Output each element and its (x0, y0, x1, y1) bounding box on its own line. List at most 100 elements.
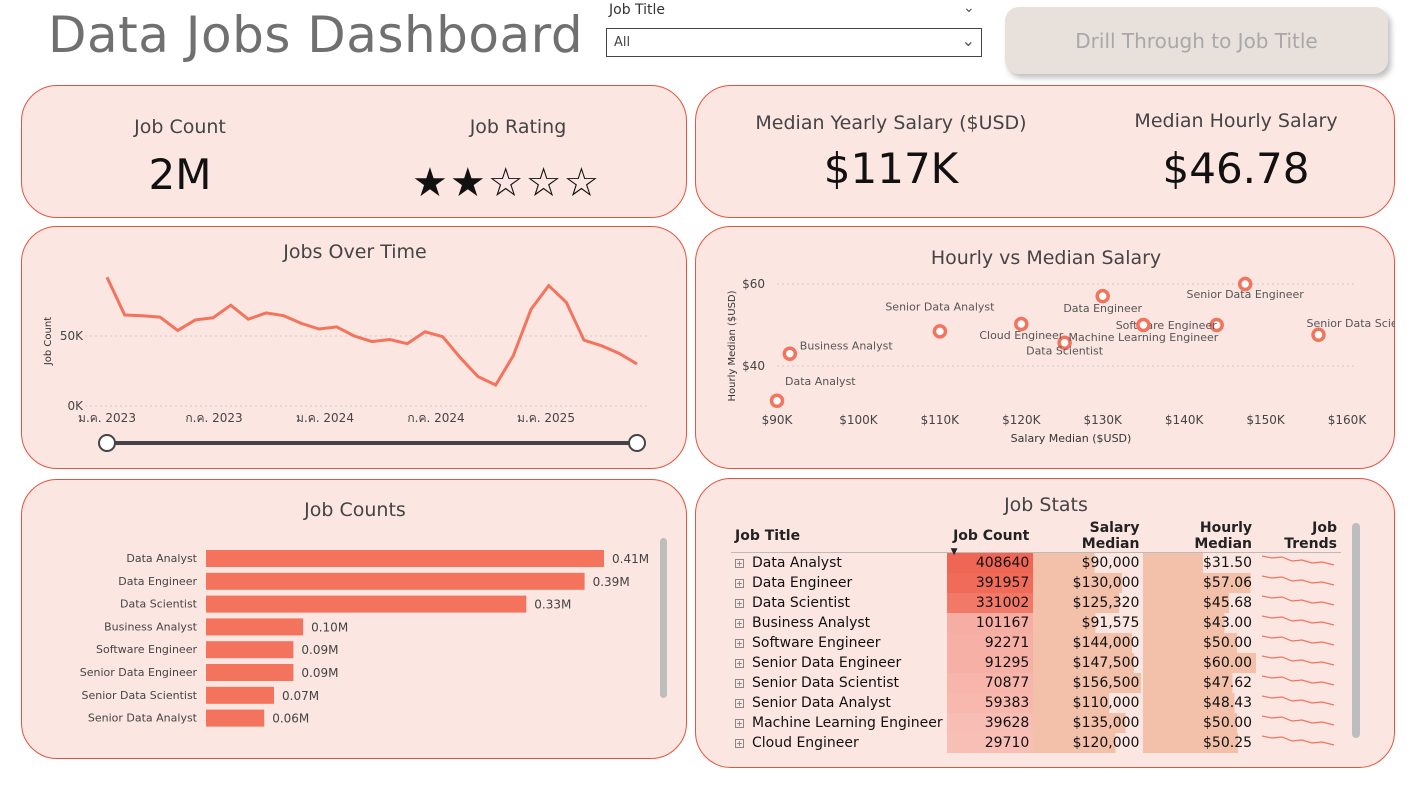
line-y-tick: 50K (60, 329, 84, 343)
job-trend-sparkline (1256, 733, 1341, 753)
column-header-hourly-median[interactable]: Hourly Median (1143, 520, 1257, 553)
table-row[interactable]: + Data Analyst 408640 $90,000 $31.50 (731, 552, 1341, 574)
job-counts-scrollbar[interactable] (660, 538, 667, 698)
table-row[interactable]: + Business Analyst 101167 $91,575 $43.00 (731, 613, 1341, 633)
job-count-cell: 29710 (946, 733, 1034, 753)
line-x-tick: ก.ค. 2024 (407, 411, 464, 425)
job-rating-label: Job Rating (469, 116, 567, 138)
table-row[interactable]: + Cloud Engineer 29710 $120,000 $50.25 (731, 733, 1341, 753)
chevron-down-icon: ⌄ (961, 31, 975, 50)
date-range-slider-start-handle[interactable] (98, 434, 116, 452)
scatter-point-label: Data Engineer (1063, 302, 1142, 315)
bar[interactable] (206, 686, 274, 704)
job-title-cell[interactable]: + Machine Learning Engineer (731, 713, 947, 733)
bar[interactable] (206, 664, 294, 681)
scatter-point[interactable] (769, 393, 785, 409)
expand-icon[interactable]: + (735, 678, 744, 688)
job-trend-sparkline (1256, 593, 1341, 613)
expand-icon[interactable]: + (735, 738, 744, 748)
scatter-point-label: Business Analyst (800, 340, 894, 353)
scatter-point[interactable] (932, 324, 948, 339)
job-title-cell[interactable]: + Software Engineer (731, 633, 947, 653)
scatter-point-label: Senior Data Analyst (885, 300, 995, 313)
sparkline (1261, 635, 1335, 646)
job-count-value: 2M (148, 150, 212, 199)
scatter-point[interactable] (782, 346, 798, 361)
scatter-point[interactable] (1095, 288, 1110, 304)
scatter-point[interactable] (1311, 327, 1326, 343)
expand-icon[interactable]: + (735, 618, 744, 628)
star-filled-icon: ★ (412, 160, 450, 206)
line-y-axis-label: Job Count (43, 317, 54, 366)
expand-icon[interactable]: + (735, 598, 744, 608)
job-title-cell[interactable]: + Cloud Engineer (731, 733, 947, 753)
bar-data-label: 0.39M (593, 575, 630, 589)
date-range-slider-end-handle[interactable] (628, 434, 646, 452)
column-header-job-title[interactable]: Job Title (731, 520, 947, 553)
table-row[interactable]: + Machine Learning Engineer 39628 $135,000 $… (731, 713, 1341, 733)
column-header-salary-median[interactable]: Salary Median (1033, 520, 1144, 553)
job-count-cell: 92271 (946, 633, 1034, 653)
salary-median-cell: $91,575 (1033, 613, 1144, 633)
chevron-down-icon[interactable]: ⌄ (963, 0, 975, 16)
bar[interactable] (206, 595, 527, 613)
salary-median-cell: $135,000 (1033, 713, 1144, 733)
job-title-cell[interactable]: + Data Analyst (731, 553, 947, 574)
table-row[interactable]: + Data Engineer 391957 $130,000 $57.06 (731, 573, 1341, 593)
line-x-tick: ม.ค. 2023 (78, 411, 136, 425)
job-stats-scrollbar[interactable] (1352, 523, 1360, 738)
sparkline (1261, 615, 1335, 626)
sparkline (1261, 595, 1335, 606)
scatter-x-ticks: $90K $100K $110K $120K $130K $140K $150K $160K (762, 413, 1368, 427)
expand-icon[interactable]: + (735, 558, 744, 568)
job-count-cell: 101167 (946, 613, 1034, 633)
expand-icon[interactable]: + (735, 658, 744, 668)
job-title-cell[interactable]: + Senior Data Scientist (731, 673, 947, 693)
salary-median-cell: $156,500 (1033, 673, 1144, 693)
expand-icon[interactable]: + (735, 698, 744, 708)
table-row[interactable]: + Data Scientist 331002 $125,320 $45.68 (731, 593, 1341, 613)
jobs-over-time-chart[interactable]: Job Count 50K 0K ม.ค. 2023 ก.ค. 2023 ม.ค… (21, 226, 687, 469)
job-title-cell[interactable]: + Data Engineer (731, 573, 947, 593)
median-yearly-label: Median Yearly Salary ($USD) (755, 112, 1027, 134)
job-title-cell[interactable]: + Senior Data Engineer (731, 653, 947, 673)
kpi-card-jobs: Job Count 2M Job Rating ★★☆☆☆ (21, 85, 687, 218)
bar[interactable] (206, 572, 585, 590)
bar[interactable] (206, 550, 604, 567)
hourly-median-cell: $60.00 (1143, 653, 1257, 673)
salary-median-cell: $90,000 (1033, 552, 1144, 573)
table-row[interactable]: + Senior Data Engineer 91295 $147,500 $60.00 (731, 653, 1341, 673)
page-title: Data Jobs Dashboard (48, 6, 584, 64)
scatter-x-tick: $140K (1165, 413, 1205, 427)
job-title-dropdown[interactable]: All ⌄ (606, 28, 982, 57)
column-header-job-trends[interactable]: Job Trends (1256, 520, 1341, 553)
scatter-chart[interactable]: Hourly Median ($USD) Salary Median ($USD… (695, 226, 1395, 469)
expand-icon[interactable]: + (735, 638, 744, 648)
table-row[interactable]: + Senior Data Scientist 70877 $156,500 $47.6… (731, 673, 1341, 693)
job-title-cell[interactable]: + Business Analyst (731, 613, 947, 633)
job-stats-title: Job Stats (1004, 494, 1088, 516)
bar[interactable] (206, 641, 294, 659)
line-x-tick: ก.ค. 2023 (185, 411, 242, 425)
star-empty-icon: ☆ (487, 160, 526, 206)
bar[interactable] (206, 618, 304, 636)
line-x-tick: ม.ค. 2025 (517, 411, 575, 425)
drill-through-button[interactable]: Drill Through to Job Title (1005, 7, 1388, 74)
hourly-median-cell: $48.43 (1143, 693, 1257, 713)
table-row[interactable]: + Senior Data Analyst 59383 $110,000 $48.43 (731, 693, 1341, 713)
bar-data-label: 0.07M (282, 689, 319, 703)
job-title-cell[interactable]: + Senior Data Analyst (731, 693, 947, 713)
bar[interactable] (206, 709, 265, 727)
expand-icon[interactable]: + (735, 718, 744, 728)
job-title-dropdown-value: All (614, 35, 631, 50)
scatter-point[interactable] (1136, 317, 1151, 333)
expand-icon[interactable]: + (735, 578, 744, 588)
job-counts-chart[interactable]: Data Analyst 0.41M Data Engineer 0.39M Data … (21, 479, 687, 759)
table-row[interactable]: + Software Engineer 92271 $144,000 $50.00 (731, 633, 1341, 653)
salary-median-cell: $147,500 (1033, 653, 1144, 673)
scatter-point[interactable] (1014, 316, 1029, 332)
job-title-cell[interactable]: + Data Scientist (731, 593, 947, 613)
median-yearly-value: $117K (823, 144, 959, 193)
column-header-job-count[interactable]: Job Count ▼ (946, 520, 1034, 557)
job-title-slicer-label: Job Title (609, 2, 666, 18)
